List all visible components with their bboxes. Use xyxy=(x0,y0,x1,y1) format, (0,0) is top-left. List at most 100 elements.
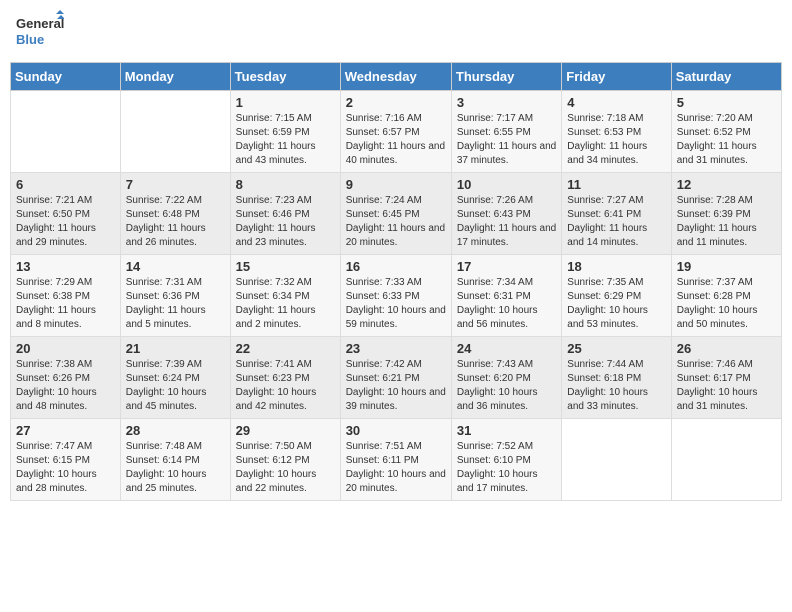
calendar-header-row: SundayMondayTuesdayWednesdayThursdayFrid… xyxy=(11,63,782,91)
calendar-week-row: 1 Sunrise: 7:15 AMSunset: 6:59 PMDayligh… xyxy=(11,91,782,173)
day-info: Sunrise: 7:29 AMSunset: 6:38 PMDaylight:… xyxy=(16,277,96,330)
calendar-cell: 22 Sunrise: 7:41 AMSunset: 6:23 PMDaylig… xyxy=(230,337,340,419)
day-info: Sunrise: 7:31 AMSunset: 6:36 PMDaylight:… xyxy=(126,277,206,330)
calendar-cell: 18 Sunrise: 7:35 AMSunset: 6:29 PMDaylig… xyxy=(562,255,671,337)
day-number: 18 xyxy=(567,259,665,274)
day-info: Sunrise: 7:23 AMSunset: 6:46 PMDaylight:… xyxy=(236,195,316,248)
day-info: Sunrise: 7:46 AMSunset: 6:17 PMDaylight:… xyxy=(677,359,758,412)
day-number: 4 xyxy=(567,95,665,110)
calendar-cell: 7 Sunrise: 7:22 AMSunset: 6:48 PMDayligh… xyxy=(120,173,230,255)
calendar-day-header: Thursday xyxy=(451,63,561,91)
calendar-week-row: 20 Sunrise: 7:38 AMSunset: 6:26 PMDaylig… xyxy=(11,337,782,419)
day-info: Sunrise: 7:47 AMSunset: 6:15 PMDaylight:… xyxy=(16,441,97,494)
day-number: 23 xyxy=(346,341,446,356)
day-number: 22 xyxy=(236,341,335,356)
day-info: Sunrise: 7:24 AMSunset: 6:45 PMDaylight:… xyxy=(346,195,445,248)
day-number: 2 xyxy=(346,95,446,110)
calendar-cell: 27 Sunrise: 7:47 AMSunset: 6:15 PMDaylig… xyxy=(11,419,121,501)
calendar-cell xyxy=(562,419,671,501)
day-number: 5 xyxy=(677,95,776,110)
calendar-cell: 26 Sunrise: 7:46 AMSunset: 6:17 PMDaylig… xyxy=(671,337,781,419)
calendar-cell: 30 Sunrise: 7:51 AMSunset: 6:11 PMDaylig… xyxy=(340,419,451,501)
calendar-day-header: Friday xyxy=(562,63,671,91)
day-number: 25 xyxy=(567,341,665,356)
day-info: Sunrise: 7:34 AMSunset: 6:31 PMDaylight:… xyxy=(457,277,538,330)
calendar-cell: 10 Sunrise: 7:26 AMSunset: 6:43 PMDaylig… xyxy=(451,173,561,255)
day-info: Sunrise: 7:42 AMSunset: 6:21 PMDaylight:… xyxy=(346,359,446,412)
day-info: Sunrise: 7:33 AMSunset: 6:33 PMDaylight:… xyxy=(346,277,446,330)
day-info: Sunrise: 7:20 AMSunset: 6:52 PMDaylight:… xyxy=(677,113,757,166)
day-number: 31 xyxy=(457,423,556,438)
calendar-cell: 24 Sunrise: 7:43 AMSunset: 6:20 PMDaylig… xyxy=(451,337,561,419)
day-info: Sunrise: 7:43 AMSunset: 6:20 PMDaylight:… xyxy=(457,359,538,412)
calendar-day-header: Sunday xyxy=(11,63,121,91)
svg-text:General: General xyxy=(16,16,64,31)
day-number: 21 xyxy=(126,341,225,356)
calendar-cell: 25 Sunrise: 7:44 AMSunset: 6:18 PMDaylig… xyxy=(562,337,671,419)
day-info: Sunrise: 7:50 AMSunset: 6:12 PMDaylight:… xyxy=(236,441,317,494)
calendar-cell: 8 Sunrise: 7:23 AMSunset: 6:46 PMDayligh… xyxy=(230,173,340,255)
day-info: Sunrise: 7:35 AMSunset: 6:29 PMDaylight:… xyxy=(567,277,648,330)
day-info: Sunrise: 7:39 AMSunset: 6:24 PMDaylight:… xyxy=(126,359,207,412)
day-number: 3 xyxy=(457,95,556,110)
day-number: 7 xyxy=(126,177,225,192)
calendar-cell: 29 Sunrise: 7:50 AMSunset: 6:12 PMDaylig… xyxy=(230,419,340,501)
svg-text:Blue: Blue xyxy=(16,32,44,47)
day-info: Sunrise: 7:38 AMSunset: 6:26 PMDaylight:… xyxy=(16,359,97,412)
day-info: Sunrise: 7:17 AMSunset: 6:55 PMDaylight:… xyxy=(457,113,556,166)
calendar-cell: 15 Sunrise: 7:32 AMSunset: 6:34 PMDaylig… xyxy=(230,255,340,337)
calendar-cell: 23 Sunrise: 7:42 AMSunset: 6:21 PMDaylig… xyxy=(340,337,451,419)
day-info: Sunrise: 7:44 AMSunset: 6:18 PMDaylight:… xyxy=(567,359,648,412)
day-info: Sunrise: 7:21 AMSunset: 6:50 PMDaylight:… xyxy=(16,195,96,248)
day-number: 10 xyxy=(457,177,556,192)
calendar-cell: 4 Sunrise: 7:18 AMSunset: 6:53 PMDayligh… xyxy=(562,91,671,173)
calendar-cell: 19 Sunrise: 7:37 AMSunset: 6:28 PMDaylig… xyxy=(671,255,781,337)
calendar-cell: 11 Sunrise: 7:27 AMSunset: 6:41 PMDaylig… xyxy=(562,173,671,255)
day-number: 13 xyxy=(16,259,115,274)
calendar-cell: 16 Sunrise: 7:33 AMSunset: 6:33 PMDaylig… xyxy=(340,255,451,337)
day-info: Sunrise: 7:28 AMSunset: 6:39 PMDaylight:… xyxy=(677,195,757,248)
day-info: Sunrise: 7:26 AMSunset: 6:43 PMDaylight:… xyxy=(457,195,556,248)
calendar-cell: 12 Sunrise: 7:28 AMSunset: 6:39 PMDaylig… xyxy=(671,173,781,255)
calendar-cell: 3 Sunrise: 7:17 AMSunset: 6:55 PMDayligh… xyxy=(451,91,561,173)
calendar-cell: 31 Sunrise: 7:52 AMSunset: 6:10 PMDaylig… xyxy=(451,419,561,501)
day-number: 15 xyxy=(236,259,335,274)
calendar-day-header: Saturday xyxy=(671,63,781,91)
day-number: 26 xyxy=(677,341,776,356)
day-number: 12 xyxy=(677,177,776,192)
calendar-table: SundayMondayTuesdayWednesdayThursdayFrid… xyxy=(10,62,782,501)
calendar-day-header: Monday xyxy=(120,63,230,91)
day-info: Sunrise: 7:52 AMSunset: 6:10 PMDaylight:… xyxy=(457,441,538,494)
day-number: 28 xyxy=(126,423,225,438)
day-info: Sunrise: 7:37 AMSunset: 6:28 PMDaylight:… xyxy=(677,277,758,330)
calendar-cell: 6 Sunrise: 7:21 AMSunset: 6:50 PMDayligh… xyxy=(11,173,121,255)
calendar-week-row: 6 Sunrise: 7:21 AMSunset: 6:50 PMDayligh… xyxy=(11,173,782,255)
calendar-week-row: 13 Sunrise: 7:29 AMSunset: 6:38 PMDaylig… xyxy=(11,255,782,337)
calendar-cell xyxy=(11,91,121,173)
calendar-day-header: Wednesday xyxy=(340,63,451,91)
day-info: Sunrise: 7:22 AMSunset: 6:48 PMDaylight:… xyxy=(126,195,206,248)
calendar-cell xyxy=(671,419,781,501)
day-number: 20 xyxy=(16,341,115,356)
day-number: 11 xyxy=(567,177,665,192)
day-info: Sunrise: 7:16 AMSunset: 6:57 PMDaylight:… xyxy=(346,113,445,166)
day-number: 17 xyxy=(457,259,556,274)
page-header: General Blue xyxy=(10,10,782,54)
day-info: Sunrise: 7:51 AMSunset: 6:11 PMDaylight:… xyxy=(346,441,446,494)
logo-svg: General Blue xyxy=(14,10,64,54)
day-number: 9 xyxy=(346,177,446,192)
day-info: Sunrise: 7:41 AMSunset: 6:23 PMDaylight:… xyxy=(236,359,317,412)
calendar-cell: 14 Sunrise: 7:31 AMSunset: 6:36 PMDaylig… xyxy=(120,255,230,337)
calendar-cell: 20 Sunrise: 7:38 AMSunset: 6:26 PMDaylig… xyxy=(11,337,121,419)
day-number: 6 xyxy=(16,177,115,192)
day-number: 16 xyxy=(346,259,446,274)
calendar-cell: 28 Sunrise: 7:48 AMSunset: 6:14 PMDaylig… xyxy=(120,419,230,501)
calendar-cell: 2 Sunrise: 7:16 AMSunset: 6:57 PMDayligh… xyxy=(340,91,451,173)
day-info: Sunrise: 7:32 AMSunset: 6:34 PMDaylight:… xyxy=(236,277,316,330)
day-number: 14 xyxy=(126,259,225,274)
day-number: 19 xyxy=(677,259,776,274)
day-info: Sunrise: 7:15 AMSunset: 6:59 PMDaylight:… xyxy=(236,113,316,166)
calendar-cell: 9 Sunrise: 7:24 AMSunset: 6:45 PMDayligh… xyxy=(340,173,451,255)
calendar-cell: 5 Sunrise: 7:20 AMSunset: 6:52 PMDayligh… xyxy=(671,91,781,173)
day-info: Sunrise: 7:48 AMSunset: 6:14 PMDaylight:… xyxy=(126,441,207,494)
